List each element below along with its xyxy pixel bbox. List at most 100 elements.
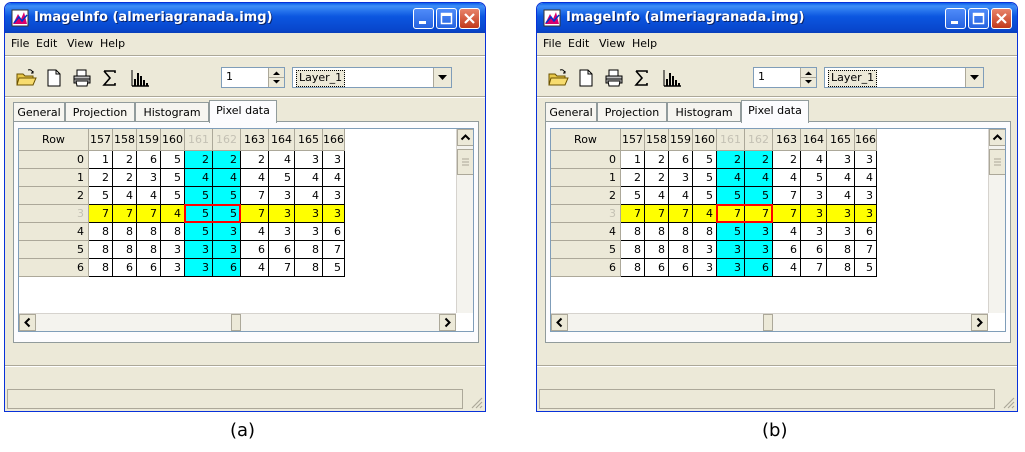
pixel-cell[interactable]: 7 [645,205,669,223]
pixel-cell[interactable]: 3 [801,205,827,223]
pixel-cell[interactable]: 5 [185,187,213,205]
pixel-grid[interactable]: Row 157 158 159 160 161 162 163 164 165 166 0 1 2 6 5 2 2… [18,128,474,332]
pixel-cell[interactable]: 2 [241,151,269,169]
pixel-cell[interactable]: 6 [773,241,801,259]
pixel-cell[interactable]: 3 [269,187,295,205]
pixel-cell[interactable]: 4 [241,259,269,277]
horizontal-scroll-thumb[interactable] [763,314,773,331]
row-header[interactable]: 5 [551,241,621,259]
open-folder-icon[interactable] [15,67,37,89]
pixel-cell[interactable]: 4 [295,187,323,205]
new-file-icon[interactable] [43,67,65,89]
pixel-cell[interactable]: 4 [185,169,213,187]
pixel-cell[interactable]: 8 [89,259,113,277]
pixel-cell[interactable]: 5 [693,151,717,169]
print-icon[interactable] [603,67,625,89]
pixel-cell[interactable]: 6 [645,259,669,277]
column-header[interactable]: 158 [113,129,137,151]
layer-dropdown-button[interactable] [433,68,451,87]
column-header[interactable]: 165 [295,129,323,151]
band-spinner[interactable]: 1 [753,67,817,88]
pixel-cell[interactable]: 3 [745,241,773,259]
column-header[interactable]: 159 [137,129,161,151]
column-header[interactable]: 160 [693,129,717,151]
horizontal-scroll-thumb[interactable] [231,314,241,331]
pixel-cell[interactable]: 4 [295,169,323,187]
minimize-button[interactable] [945,8,966,29]
tab-pixel-data[interactable]: Pixel data [209,100,277,123]
band-spinner[interactable]: 1 [221,67,285,88]
pixel-cell[interactable]: 8 [693,223,717,241]
pixel-cell[interactable]: 3 [855,205,877,223]
pixel-cell[interactable]: 8 [89,241,113,259]
pixel-cell[interactable]: 3 [693,259,717,277]
layer-select[interactable]: Layer_1 [292,67,452,88]
pixel-cell[interactable]: 7 [773,187,801,205]
pixel-cell[interactable]: 3 [827,205,855,223]
pixel-cell[interactable]: 5 [855,259,877,277]
pixel-cell[interactable]: 5 [161,169,185,187]
pixel-cell[interactable]: 8 [645,241,669,259]
resize-grip-icon[interactable] [1001,395,1015,409]
pixel-cell[interactable]: 6 [745,259,773,277]
pixel-cell[interactable]: 2 [89,169,113,187]
pixel-cell[interactable]: 8 [827,259,855,277]
scroll-left-button[interactable] [19,314,36,331]
pixel-cell[interactable]: 4 [773,259,801,277]
sigma-statistics-icon[interactable] [631,67,653,89]
pixel-cell[interactable]: 5 [745,187,773,205]
pixel-cell[interactable]: 6 [241,241,269,259]
minimize-button[interactable] [413,8,434,29]
pixel-cell[interactable]: 7 [855,241,877,259]
pixel-cell[interactable]: 8 [295,259,323,277]
tab-projection[interactable]: Projection [65,102,135,122]
pixel-cell[interactable]: 3 [801,187,827,205]
pixel-cell[interactable]: 3 [801,223,827,241]
pixel-cell[interactable]: 4 [669,187,693,205]
scroll-up-button[interactable] [989,129,1005,146]
pixel-cell[interactable]: 3 [717,259,745,277]
spinner-arrows[interactable] [268,68,284,87]
vertical-scrollbar[interactable] [988,129,1005,313]
pixel-cell[interactable]: 4 [269,151,295,169]
pixel-cell[interactable]: 8 [669,241,693,259]
tab-histogram[interactable]: Histogram [667,102,741,122]
pixel-cell[interactable]: 6 [323,223,345,241]
pixel-cell[interactable]: 3 [269,205,295,223]
pixel-cell[interactable]: 4 [745,169,773,187]
pixel-cell[interactable]: 2 [717,151,745,169]
pixel-cell[interactable]: 5 [185,223,213,241]
vertical-scroll-thumb[interactable] [989,149,1005,175]
pixel-cell[interactable]: 2 [185,151,213,169]
row-header[interactable]: 0 [19,151,89,169]
maximize-button[interactable] [968,8,989,29]
row-header[interactable]: 6 [551,259,621,277]
column-header[interactable]: 164 [801,129,827,151]
pixel-cell[interactable]: 8 [621,223,645,241]
pixel-cell[interactable]: 3 [185,241,213,259]
pixel-cell[interactable]: 6 [669,151,693,169]
new-file-icon[interactable] [575,67,597,89]
tab-pixel-data[interactable]: Pixel data [741,100,809,123]
pixel-cell[interactable]: 5 [621,187,645,205]
pixel-cell[interactable]: 8 [113,223,137,241]
pixel-cell[interactable]: 1 [621,151,645,169]
tab-histogram[interactable]: Histogram [135,102,209,122]
menu-file[interactable]: File [543,37,561,50]
open-folder-icon[interactable] [547,67,569,89]
pixel-cell[interactable]: 8 [621,259,645,277]
pixel-cell[interactable]: 4 [827,169,855,187]
pixel-cell[interactable]: 5 [89,187,113,205]
pixel-cell[interactable]: 8 [645,223,669,241]
row-header[interactable]: 2 [551,187,621,205]
pixel-cell[interactable]: 8 [137,241,161,259]
layer-dropdown-button[interactable] [965,68,983,87]
pixel-cell[interactable]: 7 [801,259,827,277]
pixel-cell[interactable]: 3 [827,151,855,169]
pixel-cell[interactable]: 4 [827,187,855,205]
row-header[interactable]: 0 [551,151,621,169]
pixel-cell[interactable]: 4 [717,169,745,187]
column-header[interactable]: 162 [745,129,773,151]
pixel-cell[interactable]: 2 [213,151,241,169]
pixel-cell[interactable]: 4 [241,169,269,187]
